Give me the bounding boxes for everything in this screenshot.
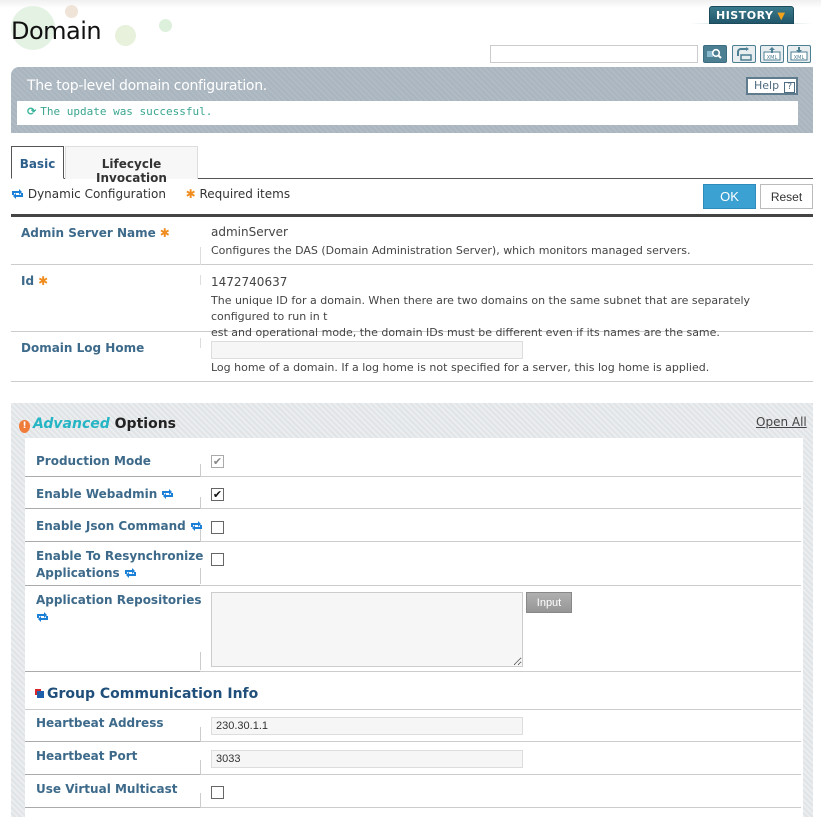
field-label: Enable Webadmin [36,486,174,503]
application-repositories-textarea[interactable] [211,592,523,667]
legend-required-label: Required items [199,187,291,201]
decorative-circle [159,19,172,32]
field-help: Configures the DAS (Domain Administratio… [211,244,691,257]
status-message: ⟳ The update was successful. [17,101,798,125]
page-title: Domain [11,17,102,45]
page-description: The top-level domain configuration. [27,78,267,94]
adv-row-enable-webadmin: Enable Webadmin ✔ [25,477,801,509]
adv-row-heartbeat-port: Heartbeat Port [25,742,801,775]
tab-lifecycle-invocation[interactable]: Lifecycle Invocation [65,146,198,185]
ok-button[interactable]: OK [703,184,756,209]
adv-row-use-virtual-multicast: Use Virtual Multicast [25,775,801,808]
enable-resynchronize-checkbox[interactable] [211,553,224,566]
enable-json-command-checkbox[interactable] [211,521,224,534]
help-label: Help [754,79,780,92]
legend: Dynamic Configuration ✱ Required items [11,187,290,201]
search-input[interactable] [490,45,698,63]
history-label: HISTORY [716,9,774,22]
use-virtual-multicast-checkbox[interactable] [211,786,224,799]
chevron-down-icon: ▼ [777,11,786,22]
search-button[interactable] [703,45,727,63]
field-label: Use Virtual Multicast [36,782,178,796]
field-label: Application Repositories [36,592,201,626]
field-label: Enable Json Command [36,518,203,535]
alert-icon: ! [19,420,30,433]
form-row-admin-server-name: Admin Server Name ✱ adminServer Configure… [11,217,813,265]
search-icon [707,48,722,59]
dynamic-config-icon [124,568,136,578]
group-communication-title: Group Communication Info [35,686,258,702]
history-button[interactable]: HISTORY ▼ [709,6,794,24]
field-label: Admin Server Name ✱ [21,226,170,240]
id-value: 1472740637 [211,275,288,289]
adv-row-enable-resynchronize: Enable To Resynchronize Applications [25,542,801,586]
field-help: Log home of a domain. If a log home is n… [211,361,710,374]
production-mode-checkbox[interactable]: ✔ [211,455,224,468]
svg-text:XML: XML [767,55,778,61]
legend-dynamic-label: Dynamic Configuration [27,187,166,201]
input-button[interactable]: Input [526,592,572,613]
heartbeat-address-input[interactable] [211,717,523,735]
open-all-link[interactable]: Open All [756,415,807,429]
advanced-options-title: ! Advanced Options [19,416,176,433]
tab-basic[interactable]: Basic [11,146,64,179]
required-icon: ✱ [185,187,196,201]
field-label: Id ✱ [21,274,49,288]
field-label: Production Mode [36,454,151,468]
enable-webadmin-checkbox[interactable]: ✔ [211,488,224,501]
reload-icon [737,47,752,61]
top-bar [0,0,821,8]
dynamic-config-icon [162,489,174,499]
question-icon: ? [784,82,796,93]
field-label: Heartbeat Port [36,749,138,763]
field-label: Enable To Resynchronize Applications [36,549,204,580]
refresh-success-icon: ⟳ [27,105,37,118]
required-icon: ✱ [159,226,170,240]
status-message-text: The update was successful. [40,105,213,118]
decorative-circle [115,25,136,46]
admin-server-name-value: adminServer [211,225,288,239]
xml-upload-icon: XML [763,47,781,61]
domain-log-home-input[interactable] [211,341,523,359]
adv-row-application-repositories: Application Repositories Input [25,586,801,672]
reset-button[interactable]: Reset [760,184,813,209]
heartbeat-port-input[interactable] [211,750,523,768]
form-row-domain-log-home: Domain Log Home Log home of a domain. If… [11,332,813,382]
section-bullet-icon [35,689,44,698]
field-label: Heartbeat Address [36,716,164,730]
adv-row-enable-json-command: Enable Json Command [25,509,801,542]
xml-download-button[interactable]: XML [787,45,811,63]
xml-download-icon: XML [790,47,808,61]
dynamic-config-icon [12,189,23,199]
dynamic-config-icon [37,612,48,622]
help-button[interactable]: Help? [746,77,798,95]
reload-button[interactable] [732,45,756,63]
adv-row-heartbeat-address: Heartbeat Address [25,710,801,742]
xml-upload-button[interactable]: XML [760,45,784,63]
description-panel: The top-level domain configuration. Help… [11,67,813,133]
adv-row-production-mode: Production Mode ✔ [25,444,801,477]
field-label: Domain Log Home [21,341,145,355]
svg-text:XML: XML [794,55,805,61]
required-icon: ✱ [38,274,49,288]
form-row-id: Id ✱ 1472740637 The unique ID for a domai… [11,265,813,339]
